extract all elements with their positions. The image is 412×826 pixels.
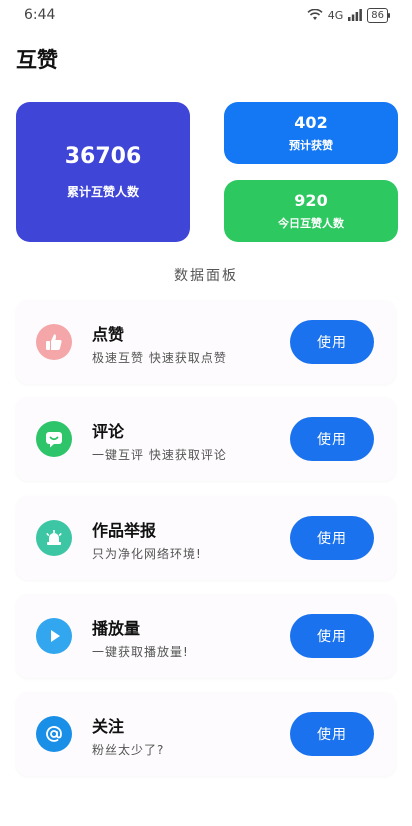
feature-card-views: 播放量 一键获取播放量! 使用 <box>16 594 396 678</box>
stat-total-card: 36706 累计互赞人数 <box>16 102 190 242</box>
feature-desc: 一键互评 快速获取评论 <box>92 448 227 462</box>
use-button-views[interactable]: 使用 <box>290 614 374 658</box>
feature-desc: 极速互赞 快速获取点赞 <box>92 351 227 365</box>
feature-name: 点赞 <box>92 325 125 344</box>
stat-expected-card: 402 预计获赞 <box>224 102 398 164</box>
thumbs-up-icon <box>36 324 72 360</box>
stat-total-label: 累计互赞人数 <box>66 185 139 199</box>
at-sign-icon <box>36 716 72 752</box>
status-time: 6:44 <box>24 7 56 23</box>
stat-expected-value: 402 <box>294 113 328 132</box>
wifi-icon <box>307 9 323 20</box>
feature-card-follow: 关注 粉丝太少了? 使用 <box>16 692 396 776</box>
feature-name: 作品举报 <box>92 521 157 540</box>
section-title: 数据面板 <box>174 268 238 284</box>
status-bar: 6:44 4G 86 <box>0 0 412 30</box>
play-icon <box>36 618 72 654</box>
feature-desc: 只为净化网络环境! <box>92 547 202 561</box>
use-button-like[interactable]: 使用 <box>290 320 374 364</box>
feature-card-comment: 评论 一键互评 快速获取评论 使用 <box>16 397 396 481</box>
stat-today-card: 920 今日互赞人数 <box>224 180 398 242</box>
network-type: 4G <box>327 8 344 22</box>
battery-indicator: 86 <box>367 7 390 23</box>
feature-name: 评论 <box>92 422 125 441</box>
use-button-follow[interactable]: 使用 <box>290 712 374 756</box>
comment-icon <box>36 421 72 457</box>
stat-today-label: 今日互赞人数 <box>278 217 344 230</box>
feature-desc: 一键获取播放量! <box>92 645 189 659</box>
feature-name: 播放量 <box>92 619 141 638</box>
status-icons: 4G 86 <box>307 7 390 23</box>
feature-card-report: 作品举报 只为净化网络环境! 使用 <box>16 496 396 580</box>
alarm-bell-icon <box>36 520 72 556</box>
feature-desc: 粉丝太少了? <box>92 743 165 757</box>
page-title: 互赞 <box>16 48 58 72</box>
stat-today-value: 920 <box>294 191 328 210</box>
use-button-comment[interactable]: 使用 <box>290 417 374 461</box>
feature-name: 关注 <box>92 717 125 736</box>
signal-icon <box>348 9 363 21</box>
stat-expected-label: 预计获赞 <box>289 139 333 152</box>
use-button-report[interactable]: 使用 <box>290 516 374 560</box>
feature-card-like: 点赞 极速互赞 快速获取点赞 使用 <box>16 300 396 384</box>
stat-total-value: 36706 <box>64 144 142 169</box>
